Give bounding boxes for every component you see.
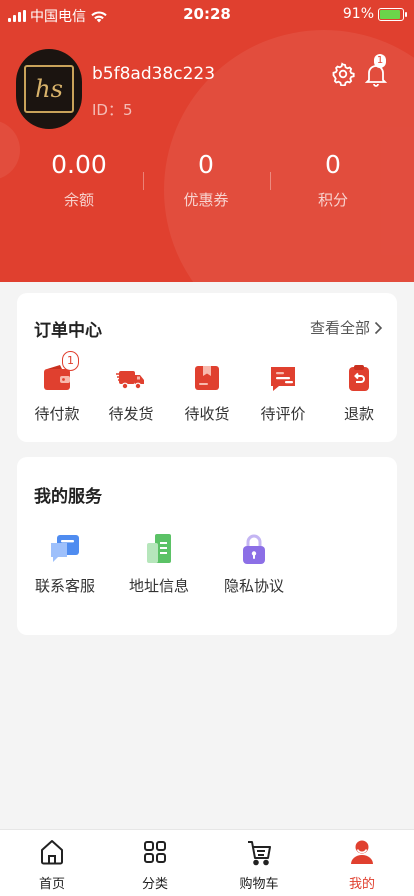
service-address-info[interactable]: 地址信息: [119, 531, 199, 596]
tab-cart[interactable]: 购物车: [207, 838, 311, 892]
tab-label: 首页: [38, 877, 65, 892]
order-pending-review[interactable]: 待评价: [245, 363, 321, 424]
my-services-card: 我的服务 联系客服 地址信息 隐私协议: [17, 457, 397, 635]
battery-fill: [380, 9, 401, 19]
order-item-label: 退款: [343, 405, 374, 423]
tab-label: 分类: [141, 877, 168, 892]
order-pending-receipt[interactable]: 待收货: [169, 363, 245, 424]
order-refund[interactable]: 退款: [321, 363, 397, 424]
order-center-card: 订单中心 查看全部 1 待付款 待发货 待收货 待评价 退款: [17, 293, 397, 442]
battery-icon: [378, 7, 407, 21]
lock-icon: [243, 534, 265, 564]
order-pending-shipment[interactable]: 待发货: [93, 363, 169, 424]
balance-label: 余额: [63, 191, 94, 209]
coupon-stat[interactable]: 0 优惠券: [143, 150, 269, 210]
grid-icon: [144, 841, 166, 863]
view-all-orders-link[interactable]: 查看全部: [310, 317, 383, 338]
chevron-right-icon: [374, 321, 383, 334]
service-item-label: 地址信息: [128, 577, 189, 595]
battery-percent: 91%: [342, 6, 374, 22]
service-item-label: 联系客服: [34, 577, 95, 595]
settings-button[interactable]: [331, 62, 355, 87]
avatar[interactable]: hs: [16, 49, 82, 129]
order-center-title: 订单中心: [34, 321, 102, 341]
address-icon: [147, 534, 171, 563]
order-item-label: 待收货: [184, 405, 230, 423]
review-icon: [271, 367, 295, 391]
gear-icon: [332, 62, 355, 87]
order-pending-payment[interactable]: 1 待付款: [19, 351, 95, 424]
service-item-label: 隐私协议: [223, 577, 284, 595]
coupon-label: 优惠券: [183, 191, 229, 209]
username: b5f8ad38c223: [92, 64, 216, 84]
tab-label: 购物车: [239, 877, 279, 892]
avatar-logo: hs: [24, 65, 74, 113]
home-icon: [41, 840, 63, 865]
my-services-title: 我的服务: [34, 487, 102, 507]
pending-payment-badge: 1: [62, 351, 79, 371]
service-contact-support[interactable]: 联系客服: [25, 531, 105, 596]
order-item-label: 待付款: [34, 405, 80, 423]
coupon-value: 0: [198, 150, 214, 179]
profile-header: hs b5f8ad38c223 ID：5 1 0.00 余额 0 优惠券 0 积…: [0, 0, 414, 282]
refund-icon: [349, 365, 369, 391]
view-all-label: 查看全部: [309, 319, 370, 337]
package-icon: [195, 366, 219, 390]
user-id: ID：5: [92, 101, 133, 119]
user-icon: [351, 840, 373, 864]
truck-icon: [116, 371, 144, 390]
balance-value: 0.00: [51, 150, 107, 179]
status-bar: 中国电信 20:28 91%: [0, 0, 414, 30]
cart-icon: [248, 841, 271, 866]
notification-button[interactable]: 1: [364, 54, 388, 88]
chat-icon: [51, 535, 79, 562]
points-label: 积分: [317, 191, 348, 209]
points-value: 0: [325, 150, 341, 179]
service-privacy-policy[interactable]: 隐私协议: [214, 531, 294, 596]
tab-mine[interactable]: 我的: [310, 838, 414, 892]
tab-home[interactable]: 首页: [0, 838, 104, 892]
bottom-tab-bar: 首页 分类 购物车 我的: [0, 829, 414, 896]
tab-label: 我的: [348, 877, 375, 892]
order-item-label: 待评价: [260, 405, 306, 423]
points-stat[interactable]: 0 积分: [270, 150, 396, 210]
tab-category[interactable]: 分类: [103, 838, 207, 892]
order-item-label: 待发货: [108, 405, 154, 423]
balance-stat[interactable]: 0.00 余额: [16, 150, 142, 210]
notification-badge: 1: [374, 54, 386, 68]
